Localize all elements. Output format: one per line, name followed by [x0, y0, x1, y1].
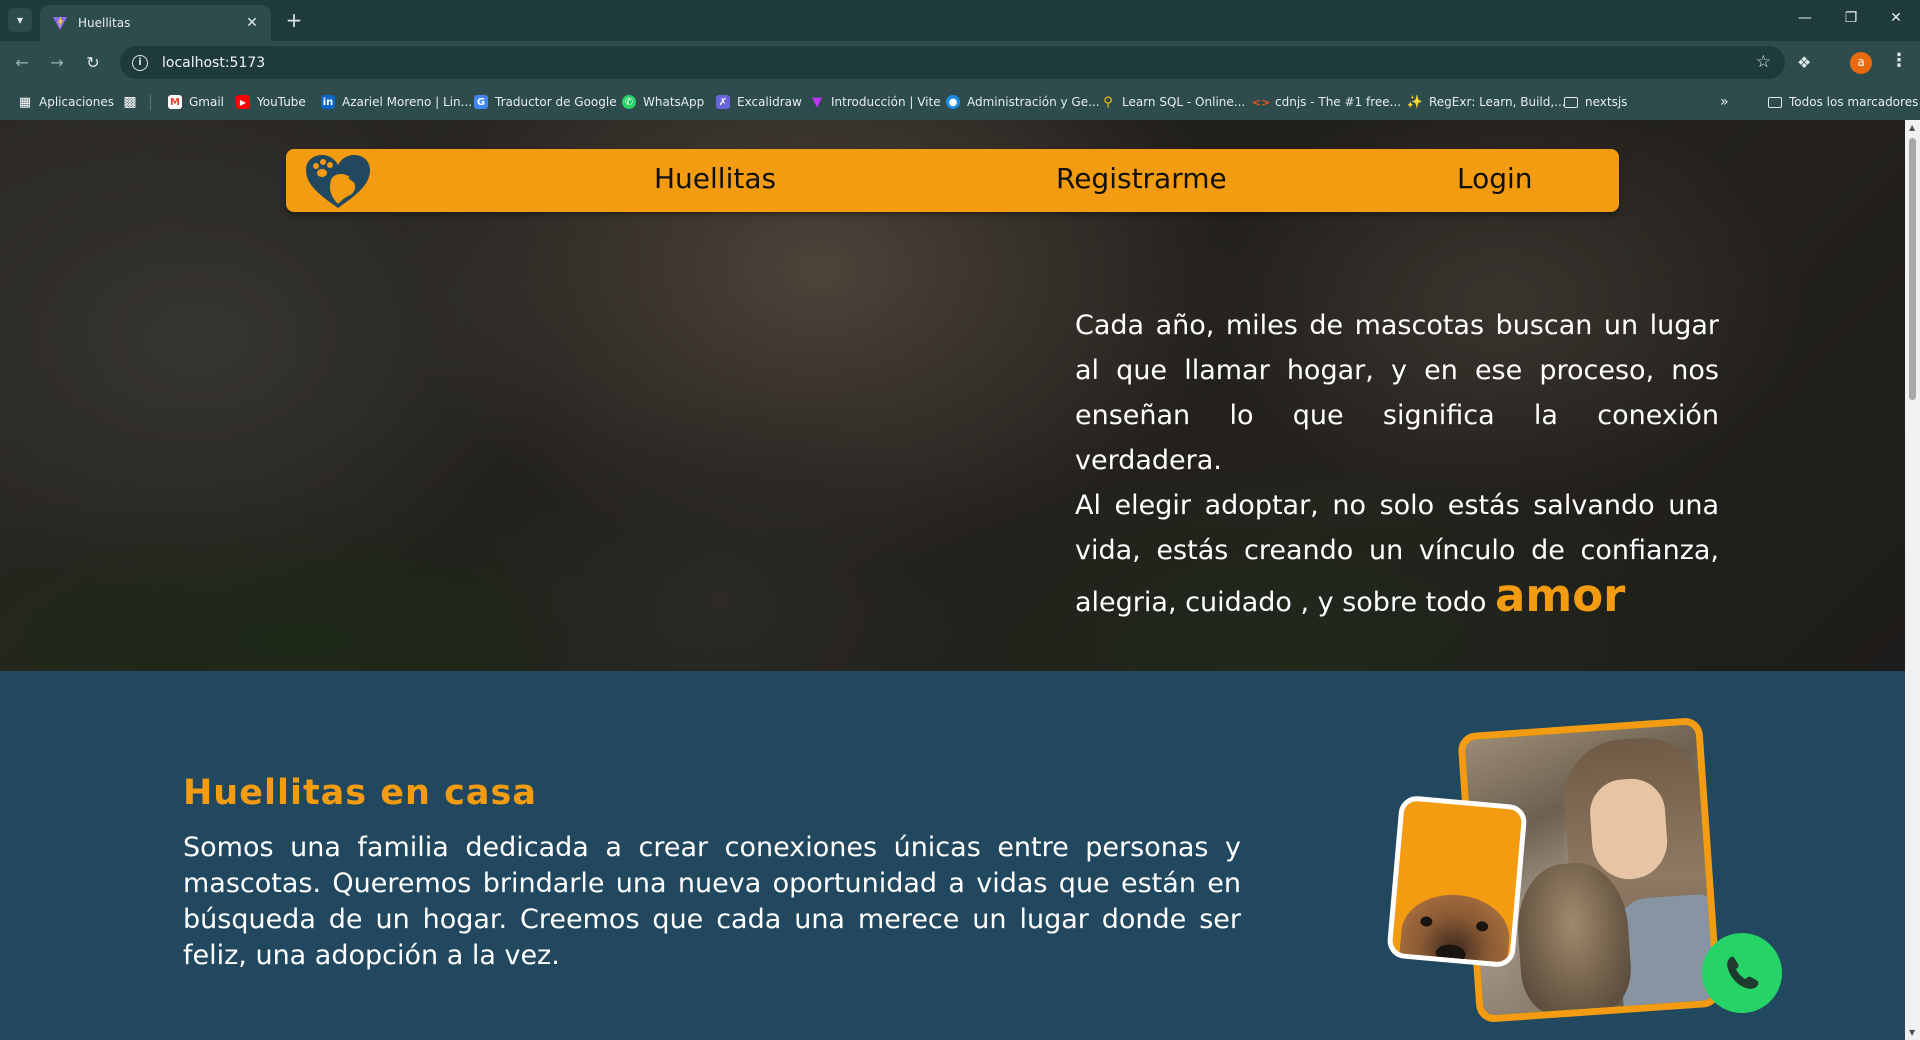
about-text: Somos una familia dedicada a crear conex…: [183, 832, 1241, 971]
bookmark-item[interactable]: G Traductor de Google: [474, 93, 617, 111]
hero-text: Cada año, miles de mascotas buscan un lu…: [1075, 303, 1719, 625]
tab-title: Huellitas: [78, 16, 131, 30]
bookmark-label: nextsjs: [1585, 95, 1628, 109]
nav-link-registrarme[interactable]: Registrarme: [1056, 162, 1227, 195]
forward-arrow-icon[interactable]: →: [46, 52, 68, 74]
vite-favicon-icon: [53, 16, 67, 30]
navbar: Huellitas Registrarme Login: [286, 149, 1619, 212]
minimize-icon[interactable]: —: [1795, 10, 1815, 26]
tab-close-icon[interactable]: ✕: [243, 15, 261, 31]
hero-paragraph-2: Al elegir adoptar, no solo estás salvand…: [1075, 483, 1719, 625]
google-translate-icon: G: [474, 95, 488, 109]
admin-icon: ●: [946, 95, 960, 109]
bookmark-label: RegExr: Learn, Build,...: [1429, 95, 1566, 109]
bookmark-label: WhatsApp: [643, 95, 705, 109]
folder-icon: [1768, 96, 1782, 108]
gmail-icon: M: [168, 95, 182, 109]
bookmark-item[interactable]: ● Administración y Ge...: [946, 93, 1100, 111]
hero-highlight-amor: amor: [1495, 569, 1626, 622]
nav-link-huellitas[interactable]: Huellitas: [654, 162, 776, 195]
reload-icon[interactable]: ↻: [82, 52, 104, 74]
bookmark-label: Aplicaciones: [39, 95, 114, 109]
tab-strip: ▾ Huellitas ✕ + — ❐ ✕: [0, 0, 1920, 41]
excalidraw-icon: ✗: [716, 95, 730, 109]
address-url[interactable]: localhost:5173: [162, 55, 265, 71]
whatsapp-phone-icon: [1727, 956, 1759, 989]
bookmarks-bar: ▦ Aplicaciones ▩ M Gmail ▶ YouTube in Az…: [0, 84, 1920, 120]
about-title: Huellitas en casa: [183, 773, 537, 813]
bookmark-label: Excalidraw: [737, 95, 802, 109]
nav-link-login[interactable]: Login: [1457, 162, 1533, 195]
extensions-puzzle-icon[interactable]: ❖: [1797, 53, 1811, 72]
folder-icon: [1564, 96, 1578, 108]
bookmark-label: Administración y Ge...: [967, 95, 1100, 109]
bookmark-label: Todos los marcadores: [1789, 95, 1919, 109]
bookmark-label: Learn SQL - Online...: [1122, 95, 1246, 109]
site-info-icon[interactable]: i: [132, 54, 148, 71]
photo-face: [1587, 776, 1670, 882]
regexr-icon: ✨: [1406, 94, 1424, 110]
bookmark-label: YouTube: [257, 95, 306, 109]
tab-groups-grid-icon[interactable]: ▩: [123, 93, 144, 111]
scrollbar-thumb[interactable]: [1909, 138, 1916, 400]
linkedin-icon: in: [321, 95, 335, 109]
whatsapp-float-button[interactable]: [1702, 933, 1782, 1013]
bookmark-apps[interactable]: ▦ Aplicaciones: [18, 93, 114, 111]
page-viewport: Huellitas Registrarme Login Cada año, mi…: [0, 120, 1905, 1040]
hero-paragraph-1: Cada año, miles de mascotas buscan un lu…: [1075, 310, 1719, 476]
bookmark-label: Azariel Moreno | Lin...: [342, 95, 473, 109]
close-window-icon[interactable]: ✕: [1886, 10, 1906, 26]
cdnjs-icon: <>: [1251, 95, 1271, 109]
bookmark-label: Introducción | Vite: [831, 95, 941, 109]
active-tab[interactable]: Huellitas ✕: [40, 5, 271, 41]
bookmark-folder[interactable]: nextsjs: [1564, 93, 1627, 111]
bookmark-star-icon[interactable]: ☆: [1756, 52, 1771, 72]
more-bookmarks-chevron-icon[interactable]: »: [1720, 93, 1729, 111]
tab-search-chevron-icon[interactable]: ▾: [8, 8, 32, 32]
bookmarks-separator: [150, 94, 151, 110]
bookmark-label: Gmail: [189, 95, 225, 109]
heart-paw-logo-icon[interactable]: [304, 154, 372, 210]
bookmark-label: Traductor de Google: [495, 95, 617, 109]
page-scrollbar[interactable]: ▲ ▼: [1905, 120, 1920, 1040]
bookmark-item[interactable]: ▶ YouTube: [236, 93, 306, 111]
youtube-icon: ▶: [236, 95, 250, 109]
address-bar[interactable]: i localhost:5173 ☆: [120, 46, 1785, 79]
bookmark-item[interactable]: ⚲ Learn SQL - Online...: [1101, 93, 1245, 111]
bookmark-item[interactable]: ✆ WhatsApp: [622, 93, 704, 111]
grid-icon: ▩: [123, 94, 137, 110]
menu-kebab-icon[interactable]: ⋮: [1890, 50, 1908, 71]
scroll-up-arrow-icon[interactable]: ▲: [1909, 123, 1915, 132]
bookmark-item[interactable]: ✗ Excalidraw: [716, 93, 802, 111]
bookmark-item[interactable]: <> cdnjs - The #1 free...: [1251, 93, 1402, 111]
hero-section: Huellitas Registrarme Login Cada año, mi…: [0, 120, 1905, 671]
apps-grid-icon: ▦: [18, 94, 32, 110]
bookmark-item[interactable]: ▼ Introducción | Vite: [810, 93, 941, 111]
bookmark-label: cdnjs - The #1 free...: [1275, 95, 1402, 109]
profile-avatar[interactable]: a: [1850, 52, 1872, 74]
browser-toolbar: ← → ↻ i localhost:5173 ☆ ❖ a ⋮: [0, 41, 1920, 84]
vite-icon: ▼: [812, 94, 822, 110]
bookmark-item[interactable]: ✨ RegExr: Learn, Build,...: [1406, 93, 1566, 111]
dog-photo: [1386, 794, 1528, 969]
back-arrow-icon[interactable]: ←: [11, 52, 33, 74]
new-tab-button[interactable]: +: [282, 9, 306, 33]
scroll-down-arrow-icon[interactable]: ▼: [1909, 1028, 1915, 1037]
sql-icon: ⚲: [1103, 94, 1113, 110]
bookmark-item[interactable]: in Azariel Moreno | Lin...: [321, 93, 472, 111]
restore-icon[interactable]: ❐: [1841, 10, 1861, 26]
whatsapp-icon: ✆: [622, 95, 636, 109]
all-bookmarks-folder[interactable]: Todos los marcadores: [1768, 93, 1918, 111]
bookmark-item[interactable]: M Gmail: [168, 93, 224, 111]
